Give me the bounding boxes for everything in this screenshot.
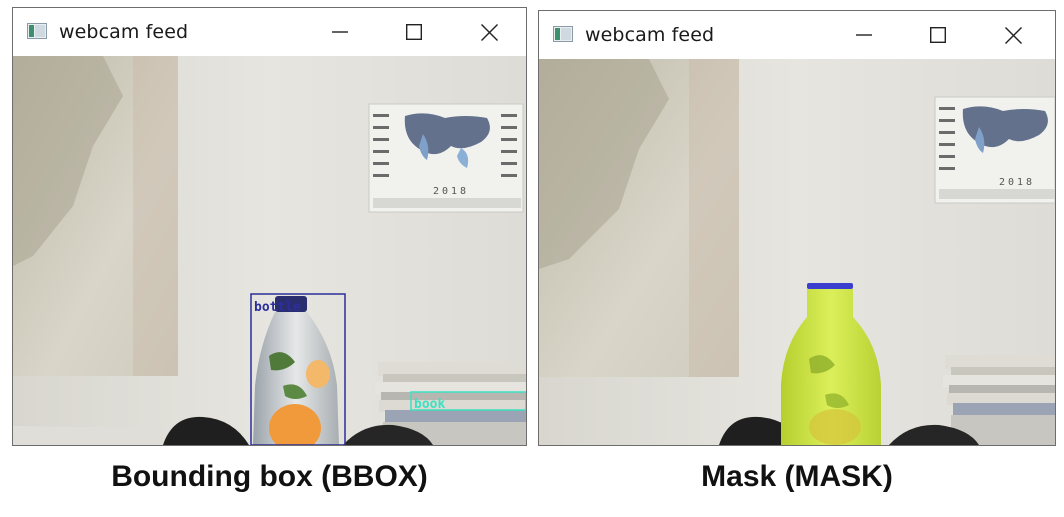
- window-title: webcam feed: [585, 24, 715, 46]
- close-button[interactable]: [978, 11, 1048, 59]
- window-titlebar[interactable]: webcam feed: [13, 8, 526, 56]
- webcam-window-mask: webcam feed 2018: [538, 10, 1056, 446]
- bbox-label-book: book: [414, 397, 446, 412]
- close-icon: [1004, 26, 1022, 44]
- webcam-window-bbox: webcam feed 2018 bottle book: [12, 7, 527, 446]
- wall-calendar: 2018: [368, 103, 524, 213]
- calendar-year: 2018: [999, 177, 1035, 188]
- app-window-icon: [553, 26, 573, 42]
- close-button[interactable]: [454, 8, 524, 56]
- maximize-icon: [930, 27, 946, 43]
- minimize-button[interactable]: [305, 8, 375, 56]
- minimize-button[interactable]: [829, 11, 899, 59]
- window-title: webcam feed: [59, 21, 189, 43]
- caption-bbox: Bounding box (BBOX): [111, 460, 428, 493]
- caption-mask: Mask (MASK): [701, 460, 893, 493]
- app-window-icon: [27, 23, 47, 39]
- close-icon: [480, 23, 498, 41]
- calendar-year: 2018: [433, 186, 469, 197]
- webcam-feed-image: 2018: [13, 56, 526, 445]
- window-titlebar[interactable]: webcam feed: [539, 11, 1055, 59]
- maximize-button[interactable]: [379, 8, 449, 56]
- webcam-feed-image: 2018: [539, 59, 1055, 445]
- maximize-button[interactable]: [903, 11, 973, 59]
- minimize-icon: [332, 31, 348, 33]
- minimize-icon: [856, 34, 872, 36]
- wall-calendar: 2018: [934, 96, 1055, 204]
- maximize-icon: [406, 24, 422, 40]
- bbox-label-bottle: bottle: [254, 300, 301, 315]
